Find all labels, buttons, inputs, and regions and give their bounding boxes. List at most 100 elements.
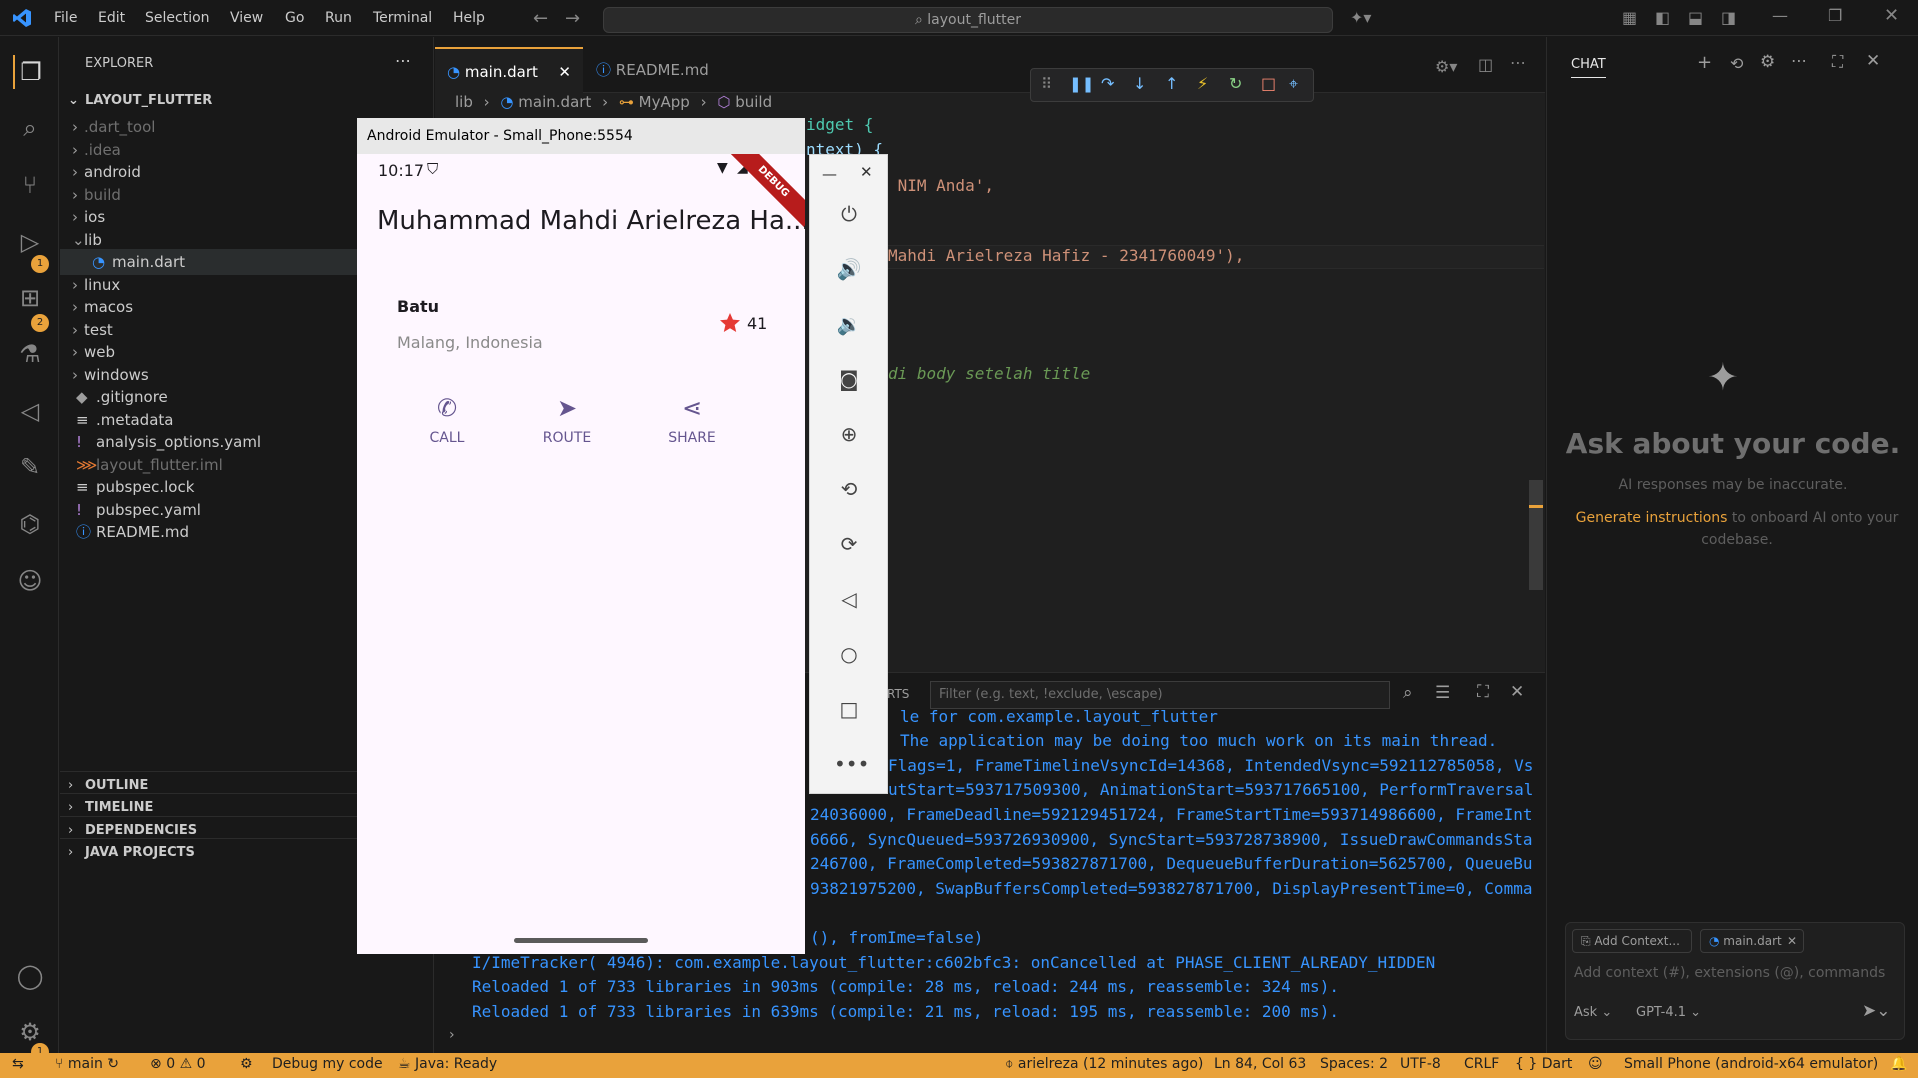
menu-view[interactable]: View [230,10,263,26]
menu-run[interactable]: Run [325,10,352,26]
back-icon[interactable]: ◁ [834,584,864,614]
forward-arrow-icon[interactable]: → [565,8,580,29]
editor-more-icon[interactable]: ⋯ [1510,53,1526,72]
step-over-icon[interactable]: ↷ [1101,74,1114,93]
menu-file[interactable]: File [54,10,77,26]
emulator-window-title[interactable]: Android Emulator - Small_Phone:5554 [357,118,805,154]
settings-gear-icon[interactable]: ⚙ [1760,52,1775,72]
code-line[interactable]: Mahdi Arielreza Hafiz - 2341760049'), [888,246,1244,265]
more-options-icon[interactable]: ••• [834,749,869,779]
cursor-position[interactable]: Ln 84, Col 63 [1214,1056,1306,1072]
gesture-nav-bar[interactable] [514,938,648,943]
home-icon[interactable]: ○ [834,639,864,669]
remote-icon[interactable]: ⇆ [12,1056,24,1072]
filter-input[interactable]: Filter (e.g. text, !exclude, \escape) [930,681,1390,709]
generate-instructions-link[interactable]: Generate instructions [1576,510,1728,526]
remote-explorer-icon[interactable]: ⌬ [13,507,47,541]
menu-selection[interactable]: Selection [145,10,210,26]
testing-icon[interactable]: ⚗ [13,337,47,371]
device-selector[interactable]: Small Phone (android-x64 emulator) [1624,1056,1878,1072]
chat-more-icon[interactable]: ⋯ [1791,51,1807,70]
search-icon[interactable]: ⌕ [13,111,47,145]
close-tab-icon[interactable]: ✕ [558,49,571,95]
panel-tab-fragment[interactable]: RTS [887,687,909,701]
breadcrumb-method[interactable]: build [735,93,772,111]
chat-input-box[interactable]: ⎘ Add Context... ◔ main.dart ✕ Add contex… [1565,922,1905,1040]
drag-handle-icon[interactable]: ⠿ [1041,75,1052,93]
explorer-icon[interactable]: ❐ [13,55,47,89]
problems-status[interactable]: ⊗ 0 ⚠ 0 [150,1056,206,1072]
run-debug-icon[interactable]: ▷ [13,225,47,259]
branch-status[interactable]: ⑂ main ↻ [55,1056,119,1072]
zoom-icon[interactable]: ⊕ [834,419,864,449]
find-icon[interactable]: ⌕ [1403,683,1413,703]
line-ending[interactable]: CRLF [1464,1056,1499,1072]
close-panel-icon[interactable]: ✕ [1510,682,1524,702]
clear-list-icon[interactable]: ☰ [1435,683,1450,703]
maximize-icon[interactable]: ⛶ [1832,52,1843,72]
language-mode[interactable]: { } Dart [1515,1056,1572,1072]
encoding[interactable]: UTF-8 [1400,1056,1441,1072]
file-context-chip[interactable]: ◔ main.dart ✕ [1700,929,1804,953]
toggle-panel-icon[interactable]: ⬓ [1688,8,1703,27]
overview-icon[interactable]: □ [834,694,864,724]
split-editor-icon[interactable]: ◫ [1478,55,1493,74]
new-chat-icon[interactable]: + [1697,52,1712,73]
inspect-widget-icon[interactable]: ⌖ [1289,74,1298,94]
menu-go[interactable]: Go [285,10,304,26]
route-button[interactable]: ➤ ROUTE [517,394,617,456]
camera-icon[interactable]: ◙ [834,364,864,394]
breadcrumb-class[interactable]: MyApp [639,93,690,111]
debug-status-icon[interactable]: ⚙ [240,1056,253,1072]
minimize-icon[interactable]: — [1772,6,1788,25]
back-arrow-icon[interactable]: ← [533,8,548,29]
account-icon[interactable]: ◯ [13,959,47,993]
code-line[interactable]: idget { [806,115,873,134]
breadcrumb-lib[interactable]: lib [455,93,473,111]
editor-scrollbar[interactable] [1529,480,1543,590]
history-icon[interactable]: ⟲ [1730,54,1743,73]
code-line[interactable]: NIM Anda', [888,176,994,195]
remove-chip-icon[interactable]: ✕ [1787,930,1797,952]
edit-icon[interactable]: ✎ [13,450,47,484]
copilot-icon[interactable]: ✦▾ [1350,8,1371,27]
minimize-emulator-icon[interactable]: — [822,165,837,183]
volume-down-icon[interactable]: 🔉 [834,309,864,339]
power-icon[interactable]: ⏻ [834,199,864,229]
share-button[interactable]: ⋖ SHARE [642,394,742,456]
add-context-button[interactable]: ⎘ Add Context... [1572,929,1692,953]
maximize-panel-icon[interactable]: ⛶ [1477,682,1489,702]
send-icon[interactable]: ➤⌄ [1862,1001,1891,1021]
rotate-right-icon[interactable]: ⟳ [834,529,864,559]
workspace-root[interactable]: ⌄ LAYOUT_FLUTTER [60,88,434,114]
toggle-sidebar-icon[interactable]: ◧ [1655,8,1670,27]
close-chat-icon[interactable]: ✕ [1866,51,1880,71]
copilot-icon[interactable]: ☺ [13,564,47,598]
run-action-icon[interactable]: ⚙▾ [1435,57,1457,76]
stop-icon[interactable]: □ [1261,74,1276,93]
flutter-icon[interactable]: ◁ [13,394,47,428]
hot-reload-icon[interactable]: ⚡ [1197,74,1208,93]
step-into-icon[interactable]: ↓ [1133,74,1146,93]
close-emulator-icon[interactable]: ✕ [860,163,873,181]
call-button[interactable]: ✆ CALL [397,394,497,456]
menu-help[interactable]: Help [453,10,485,26]
debug-config[interactable]: Debug my code [272,1056,383,1072]
model-select[interactable]: GPT-4.1 ⌄ [1636,1005,1701,1020]
rotate-left-icon[interactable]: ⟲ [834,474,864,504]
layout-icon[interactable]: ▦ [1622,8,1637,27]
extensions-icon[interactable]: ⊞ [13,281,47,315]
tab-readme[interactable]: ⓘ README.md [584,47,754,93]
indentation[interactable]: Spaces: 2 [1320,1056,1388,1072]
tab-main-dart[interactable]: ◔ main.dart ✕ [435,47,583,93]
git-blame[interactable]: ⌽ arielreza (12 minutes ago) [1005,1056,1203,1072]
close-window-icon[interactable]: ✕ [1884,5,1899,26]
copilot-status-icon[interactable]: ☺ [1588,1056,1603,1072]
step-out-icon[interactable]: ↑ [1165,74,1178,93]
source-control-icon[interactable]: ⑂ [13,168,47,202]
command-center-search[interactable]: ⌕ layout_flutter [603,7,1333,33]
breadcrumb-file[interactable]: main.dart [518,93,591,111]
restart-icon[interactable]: ↻ [1229,74,1242,93]
mode-select[interactable]: Ask ⌄ [1574,1005,1612,1020]
code-comment[interactable]: di body setelah title [888,364,1090,383]
